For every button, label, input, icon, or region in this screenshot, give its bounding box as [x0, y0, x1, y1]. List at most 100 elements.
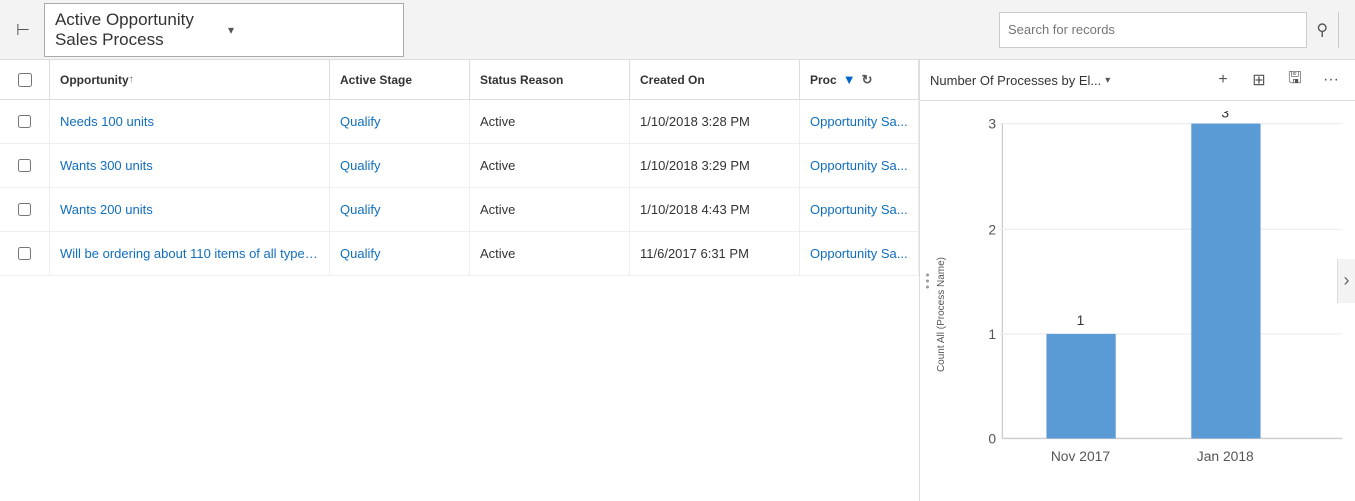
cell-process: Opportunity Sa... [800, 188, 919, 231]
cell-status-reason: Active [470, 188, 630, 231]
col-header-status-reason[interactable]: Status Reason [470, 60, 630, 99]
table-row: Wants 200 units Qualify Active 1/10/2018… [0, 188, 919, 232]
col-label-process: Proc [810, 73, 837, 87]
chart-inner: 0 1 2 3 1 [952, 111, 1355, 501]
title-dropdown[interactable]: Active Opportunity Sales Process ▾ [44, 3, 404, 57]
opportunity-link[interactable]: Needs 100 units [60, 114, 319, 129]
layout-button[interactable]: ⊞ [1245, 66, 1273, 94]
filter-icon[interactable]: ▼ [843, 72, 856, 87]
col-header-process[interactable]: Proc ▼ ↻ [800, 60, 919, 99]
cell-opportunity: Needs 100 units [50, 100, 330, 143]
cell-created-on: 11/6/2017 6:31 PM [630, 232, 800, 275]
row-checkbox-col [0, 144, 50, 187]
col-label-opportunity: Opportunity [60, 73, 129, 87]
chart-title: Number Of Processes by El... ▾ [930, 73, 1203, 88]
more-options-button[interactable]: ··· [1317, 66, 1345, 94]
svg-text:1: 1 [988, 326, 996, 342]
col-header-created-on[interactable]: Created On [630, 60, 800, 99]
row-checkbox-col [0, 232, 50, 275]
created-on-value: 11/6/2017 6:31 PM [640, 246, 749, 261]
layout-icon: ⊞ [1252, 70, 1265, 90]
cell-opportunity: Wants 200 units [50, 188, 330, 231]
cell-process: Opportunity Sa... [800, 100, 919, 143]
cell-created-on: 1/10/2018 3:28 PM [630, 100, 800, 143]
cell-created-on: 1/10/2018 4:43 PM [630, 188, 800, 231]
cell-created-on: 1/10/2018 3:29 PM [630, 144, 800, 187]
svg-text:1: 1 [1077, 312, 1085, 328]
search-button[interactable]: ⚲ [1306, 12, 1338, 48]
chart-svg: 0 1 2 3 1 [952, 111, 1355, 501]
y-axis-label: Count All (Process Name) [936, 257, 947, 372]
save-button[interactable]: 🖫 [1281, 66, 1309, 94]
created-on-value: 1/10/2018 3:29 PM [640, 158, 750, 173]
y-axis-label-container: Count All (Process Name) [930, 111, 952, 501]
cell-active-stage: Qualify [330, 188, 470, 231]
search-input[interactable] [1000, 22, 1306, 37]
col-header-active-stage[interactable]: Active Stage [330, 60, 470, 99]
chart-title-text: Number Of Processes by El... [930, 73, 1101, 88]
row-checkbox[interactable] [18, 159, 31, 172]
process-value[interactable]: Opportunity Sa... [810, 246, 908, 261]
expand-arrow[interactable]: › [1337, 259, 1355, 303]
save-icon: 🖫 [1288, 67, 1302, 94]
process-value[interactable]: Opportunity Sa... [810, 158, 908, 173]
col-header-opportunity[interactable]: Opportunity ↑ [50, 60, 330, 99]
active-stage-value[interactable]: Qualify [340, 158, 380, 173]
chevron-down-icon: ▾ [228, 23, 393, 37]
process-value[interactable]: Opportunity Sa... [810, 114, 908, 129]
active-stage-value[interactable]: Qualify [340, 202, 380, 217]
add-chart-button[interactable]: + [1209, 66, 1237, 94]
header-checkbox-col [0, 60, 50, 99]
select-all-checkbox[interactable] [18, 73, 32, 87]
cell-status-reason: Active [470, 144, 630, 187]
main-content: Opportunity ↑ Active Stage Status Reason… [0, 60, 1355, 501]
status-reason-value: Active [480, 202, 515, 217]
cell-process: Opportunity Sa... [800, 144, 919, 187]
process-value[interactable]: Opportunity Sa... [810, 202, 908, 217]
bar-jan-2018[interactable] [1191, 124, 1260, 439]
cell-active-stage: Qualify [330, 144, 470, 187]
active-stage-value[interactable]: Qualify [340, 246, 380, 261]
cell-opportunity: Will be ordering about 110 items of all … [50, 232, 330, 275]
sort-asc-icon: ↑ [129, 74, 134, 85]
dot [926, 285, 929, 288]
status-reason-value: Active [480, 158, 515, 173]
data-panel: Opportunity ↑ Active Stage Status Reason… [0, 60, 920, 501]
status-reason-value: Active [480, 114, 515, 129]
bar-nov-2017[interactable] [1046, 334, 1115, 439]
header-title: Active Opportunity Sales Process [55, 10, 220, 50]
search-box: ⚲ [999, 12, 1339, 48]
pin-icon: ⊢ [16, 20, 30, 40]
cell-active-stage: Qualify [330, 232, 470, 275]
chart-header: Number Of Processes by El... ▾ + ⊞ 🖫 ··· [920, 60, 1355, 101]
cell-process: Opportunity Sa... [800, 232, 919, 275]
created-on-value: 1/10/2018 3:28 PM [640, 114, 750, 129]
more-icon: ··· [1323, 71, 1339, 89]
row-checkbox-col [0, 188, 50, 231]
opportunity-link[interactable]: Wants 300 units [60, 158, 319, 173]
grid-body: Needs 100 units Qualify Active 1/10/2018… [0, 100, 919, 501]
svg-text:Jan 2018: Jan 2018 [1197, 448, 1254, 464]
row-checkbox[interactable] [18, 115, 31, 128]
header-bar: ⊢ Active Opportunity Sales Process ▾ ⚲ [0, 0, 1355, 60]
refresh-icon[interactable]: ↻ [862, 72, 873, 88]
chart-title-chevron[interactable]: ▾ [1105, 75, 1110, 86]
cell-status-reason: Active [470, 100, 630, 143]
cell-active-stage: Qualify [330, 100, 470, 143]
dot [926, 273, 929, 276]
table-row: Wants 300 units Qualify Active 1/10/2018… [0, 144, 919, 188]
opportunity-link[interactable]: Will be ordering about 110 items of all … [60, 246, 319, 261]
row-checkbox[interactable] [18, 247, 31, 260]
drag-handle[interactable] [924, 269, 931, 292]
row-checkbox[interactable] [18, 203, 31, 216]
opportunity-link[interactable]: Wants 200 units [60, 202, 319, 217]
expand-right-icon: › [1344, 270, 1350, 291]
svg-text:3: 3 [988, 116, 996, 132]
col-label-active-stage: Active Stage [340, 73, 412, 87]
dot [926, 279, 929, 282]
svg-text:3: 3 [1221, 111, 1229, 120]
table-row: Will be ordering about 110 items of all … [0, 232, 919, 276]
active-stage-value[interactable]: Qualify [340, 114, 380, 129]
status-reason-value: Active [480, 246, 515, 261]
svg-text:0: 0 [988, 430, 996, 446]
